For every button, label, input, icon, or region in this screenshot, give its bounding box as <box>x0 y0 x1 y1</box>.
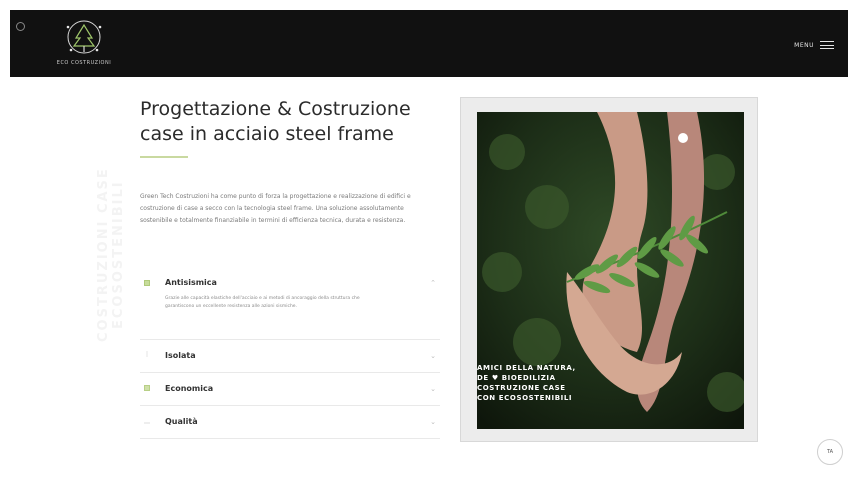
image-caption: AMICI DELLA NATURA, DE ♥ BIOEDILIZIA COS… <box>477 363 617 403</box>
tree-logo-icon <box>66 20 102 54</box>
accordion-item-economica[interactable]: Economica ⌄ <box>140 373 440 406</box>
square-icon <box>144 385 150 391</box>
caption-line: AMICI DELLA NATURA, <box>477 364 576 372</box>
logo[interactable]: ECO COSTRUZIONI <box>57 18 111 70</box>
page-title: Progettazione & Costruzione case in acci… <box>140 98 411 145</box>
white-dot <box>678 133 688 143</box>
line-icon <box>146 351 148 357</box>
accordion-label: Antisismica <box>165 278 217 287</box>
menu-button[interactable]: MENU <box>794 39 834 51</box>
chevron-up-icon: ⌃ <box>430 279 436 287</box>
page: ECO COSTRUZIONI MENU COSTRUZIONI CASE EC… <box>0 0 849 492</box>
accordion-item-antisismica[interactable]: Antisismica ⌃ Grazie alle capacità elast… <box>140 273 440 340</box>
accordion-body: Grazie alle capacità elastiche dell'acci… <box>165 296 360 309</box>
title-underline <box>140 156 188 158</box>
caption-line: CON ECOSOSTENIBILI <box>477 394 573 402</box>
features-accordion: Antisismica ⌃ Grazie alle capacità elast… <box>140 273 440 439</box>
chevron-down-icon: ⌄ <box>430 352 436 360</box>
caption-line: COSTRUZIONE CASE <box>477 384 566 392</box>
dash-icon <box>144 422 150 424</box>
site-header: ECO COSTRUZIONI MENU <box>10 10 848 77</box>
intro-paragraph: Green Tech Costruzioni ha come punto di … <box>140 193 411 224</box>
caption-line: DE ♥ BIOEDILIZIA <box>477 374 556 382</box>
chevron-down-icon: ⌄ <box>430 418 436 426</box>
logo-text: ECO COSTRUZIONI <box>56 60 112 66</box>
circle-icon <box>16 22 25 31</box>
square-icon <box>144 280 150 286</box>
image-card: AMICI DELLA NATURA, DE ♥ BIOEDILIZIA COS… <box>460 97 758 442</box>
menu-label: MENU <box>794 41 814 49</box>
side-watermark: COSTRUZIONI CASE ECOSOSTENIBILI <box>96 167 126 343</box>
hands-plant-photo: AMICI DELLA NATURA, DE ♥ BIOEDILIZIA COS… <box>477 112 744 429</box>
accordion-item-isolata[interactable]: Isolata ⌄ <box>140 340 440 373</box>
hamburger-icon <box>820 41 834 49</box>
chevron-down-icon: ⌄ <box>430 385 436 393</box>
accordion-label: Qualità <box>165 417 198 426</box>
scroll-button-label: TA <box>826 449 834 455</box>
accordion-label: Economica <box>165 384 214 393</box>
accordion-item-qualita[interactable]: Qualità ⌄ <box>140 406 440 439</box>
accordion-label: Isolata <box>165 351 196 360</box>
scroll-top-button[interactable]: TA <box>817 439 843 465</box>
